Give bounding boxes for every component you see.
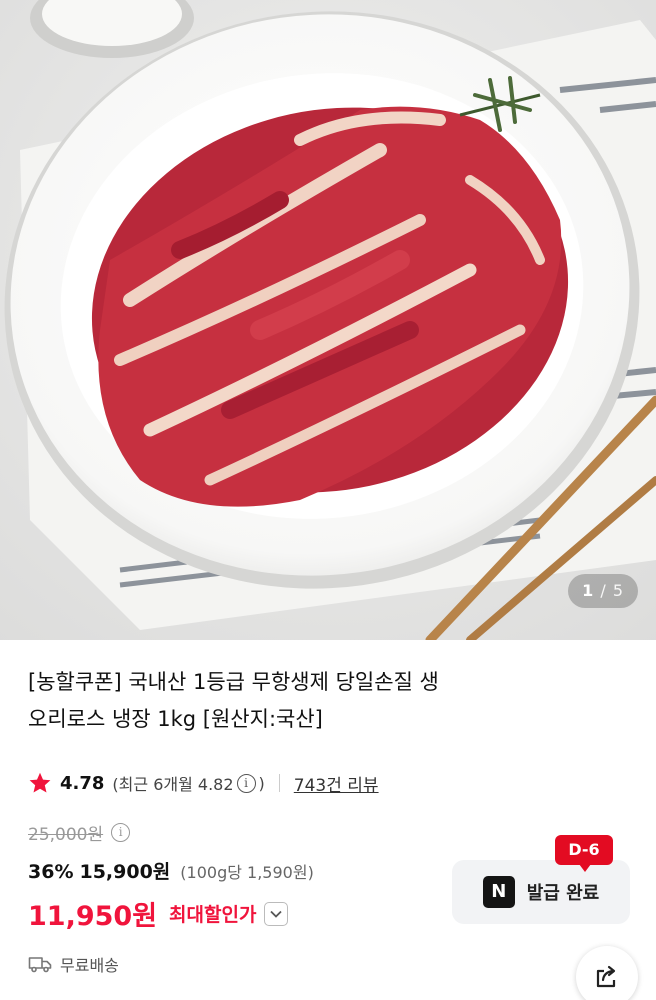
image-counter-separator: / <box>600 581 607 600</box>
shipping-label: 무료배송 <box>60 956 119 975</box>
recent-rating: (최근 6개월 4.82 i ) <box>112 771 265 795</box>
max-discount-price: 11,950원 <box>28 901 158 932</box>
product-image[interactable]: 1 / 5 <box>0 0 656 640</box>
max-discount-label: 최대할인가 <box>169 904 257 926</box>
star-icon <box>29 772 51 793</box>
product-title: [농할쿠폰] 국내산 1등급 무항생제 당일손질 생 오리로스 냉장 1kg [… <box>28 664 588 738</box>
discount-price: 15,900원 <box>79 861 171 883</box>
max-discount-expand-button[interactable] <box>264 901 289 926</box>
discount-price-row: 36% 15,900원 (100g당 1,590원) <box>28 857 314 884</box>
coupon-button[interactable]: N 발급 완료 <box>452 860 630 924</box>
recent-rating-text: (최근 6개월 4.82 <box>112 775 234 794</box>
shipping-row: 무료배송 <box>28 952 119 976</box>
info-icon[interactable]: i <box>236 773 256 793</box>
image-counter-current: 1 <box>582 581 595 600</box>
share-button[interactable] <box>576 946 638 1000</box>
share-icon <box>596 965 616 988</box>
unit-price: (100g당 1,590원) <box>180 863 314 882</box>
review-count-link[interactable]: 743건 리뷰 <box>294 771 379 796</box>
discount-percent: 36% <box>28 861 74 883</box>
divider <box>278 774 280 792</box>
image-counter: 1 / 5 <box>568 574 638 608</box>
original-price: 25,000원 <box>28 825 104 845</box>
image-counter-total: 5 <box>612 581 624 600</box>
original-price-row: 25,000원 i <box>28 820 133 845</box>
rating-value: 4.78 <box>60 772 105 794</box>
truck-icon <box>28 957 52 973</box>
product-photo <box>0 0 656 640</box>
dday-badge: D-6 <box>555 835 613 872</box>
rating-row: 4.78 (최근 6개월 4.82 i ) 743건 리뷰 <box>28 768 379 798</box>
naver-logo-icon: N <box>482 876 515 908</box>
price-info-icon[interactable]: i <box>111 823 131 842</box>
chevron-down-icon <box>270 910 283 918</box>
product-title-line2: 오리로스 냉장 1kg [원산지:국산] <box>28 707 323 731</box>
recent-rating-close: ) <box>258 773 265 793</box>
product-title-line1: [농할쿠폰] 국내산 1등급 무항생제 당일손질 생 <box>28 670 439 694</box>
coupon-label: 발급 완료 <box>526 883 600 904</box>
max-discount-row: 11,950원 최대할인가 <box>28 894 289 933</box>
